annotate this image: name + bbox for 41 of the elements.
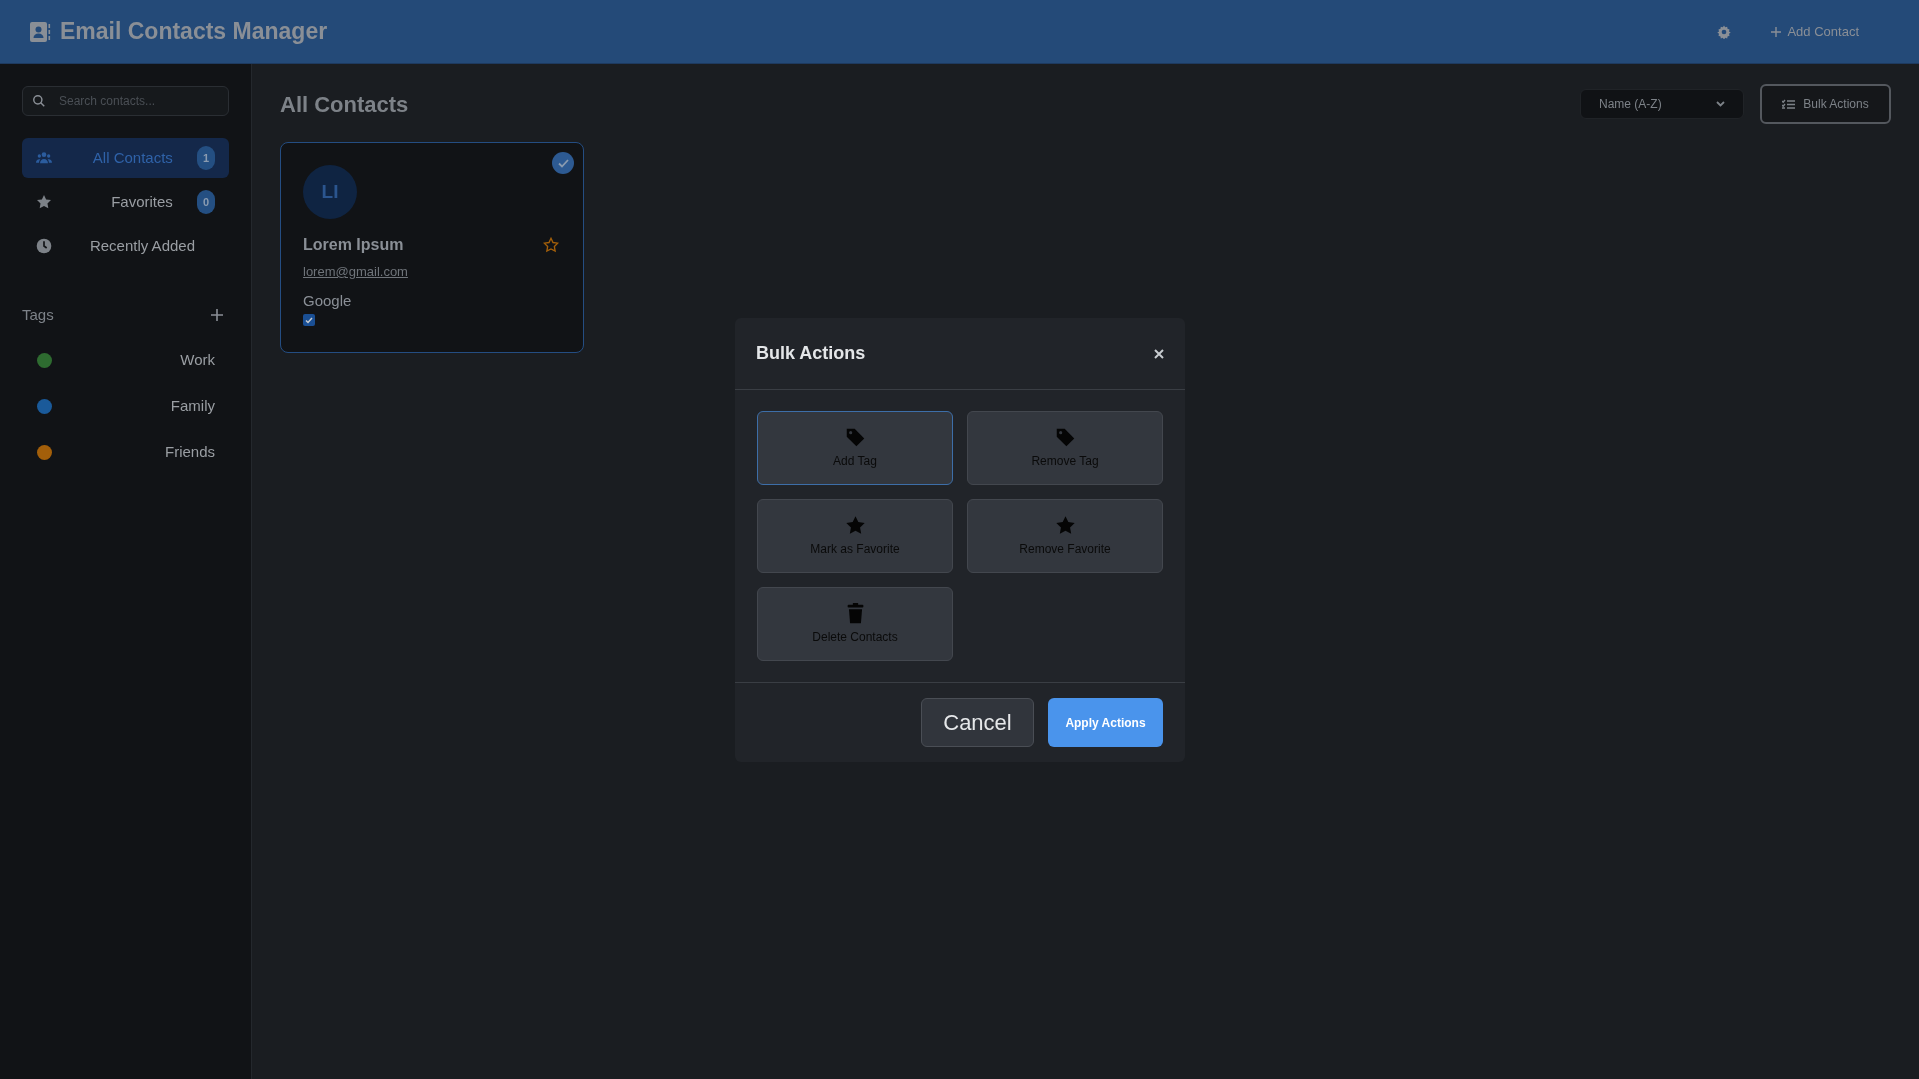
tag-icon — [844, 426, 866, 448]
checklist-icon — [1782, 98, 1796, 110]
contact-name: Lorem Ipsum — [303, 235, 404, 255]
tag-icon — [1054, 426, 1076, 448]
plus-icon — [1771, 26, 1782, 37]
nav-item[interactable]: All Contacts 1 — [22, 138, 229, 178]
add-contact-button[interactable]: Add Contact — [1771, 21, 1859, 42]
tag-item[interactable]: Family — [22, 388, 229, 425]
contact-book-icon — [28, 19, 52, 44]
count-badge: 1 — [196, 146, 215, 170]
avatar: LI — [303, 165, 357, 219]
clock-icon — [36, 238, 52, 254]
chevron-icon — [1716, 101, 1725, 107]
star-icon — [844, 514, 866, 536]
company-name: Google — [303, 290, 352, 311]
search-icon — [32, 94, 46, 108]
dialog-title: Bulk Actions — [756, 342, 866, 365]
tag-item[interactable]: Friends — [22, 434, 229, 471]
contact-card[interactable]: LI Lorem Ipsum lorem@gmail.com Google — [280, 142, 584, 353]
tags-heading: Tags — [22, 305, 54, 325]
selected-check-icon — [552, 152, 574, 174]
star-icon — [1054, 514, 1076, 536]
checkbox[interactable] — [303, 314, 315, 326]
sort-dropdown[interactable]: Name (A-Z) — [1580, 89, 1744, 119]
nav-item[interactable]: Recently Added — [22, 226, 229, 266]
bulk-actions-button[interactable]: Bulk Actions — [1760, 84, 1891, 124]
nav-item[interactable]: Favorites 0 — [22, 182, 229, 222]
app-title: Email Contacts Manager — [60, 17, 328, 47]
add-tag-icon[interactable] — [211, 309, 223, 322]
star-icon — [36, 194, 52, 210]
tag-item[interactable]: Work — [22, 342, 229, 379]
close-icon[interactable] — [1154, 348, 1164, 359]
search-field[interactable]: Search contacts... — [22, 86, 229, 116]
count-badge: 0 — [196, 190, 215, 214]
page-title: All Contacts — [280, 90, 409, 119]
settings-icon[interactable] — [1717, 24, 1732, 39]
email-link[interactable]: lorem@gmail.com — [303, 262, 408, 282]
people-icon — [36, 150, 52, 166]
cancel-button[interactable]: Cancel — [921, 698, 1034, 747]
apply-actions-button[interactable]: Apply Actions — [1048, 698, 1163, 747]
star-icon[interactable] — [543, 237, 559, 253]
